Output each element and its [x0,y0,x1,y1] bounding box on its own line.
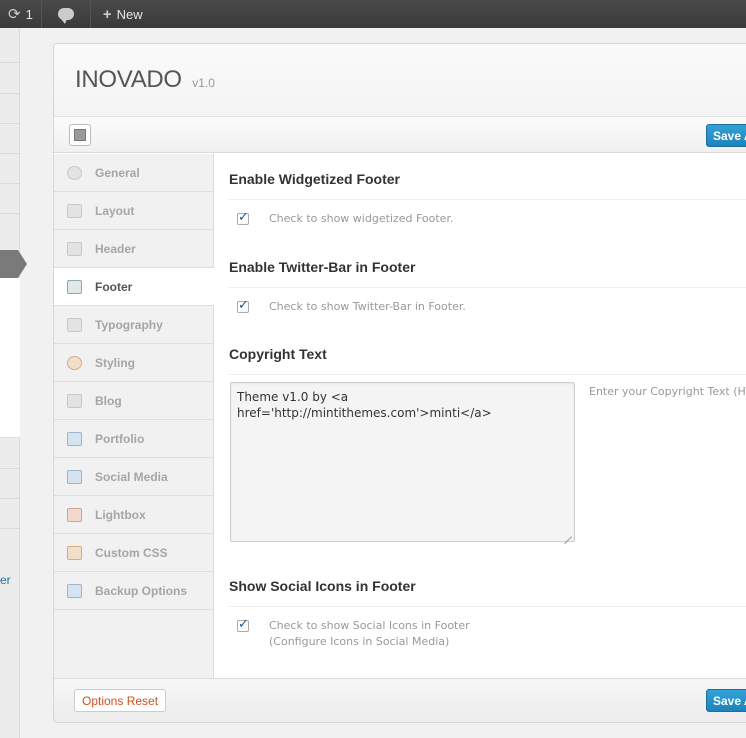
options-reset-button[interactable]: Options Reset [74,689,167,712]
copyright-textarea[interactable]: Theme v1.0 by <a href='http://mintitheme… [230,382,575,542]
comment-icon [57,8,74,24]
nav-item-footer[interactable]: Footer [54,268,214,306]
menu-divider [0,153,20,154]
options-content: Enable Widgetized Footer Check to show w… [215,154,746,678]
twitter-bar-checkbox[interactable] [237,298,249,314]
option-description: Check to show Social Icons in Footer [269,619,470,632]
nav-label: Portfolio [95,431,145,446]
theme-version: v1.0 [192,76,215,90]
palette-icon [67,355,82,370]
copyright-hint: Enter your Copyright Text (HT [589,385,746,398]
nav-label: Custom CSS [95,545,168,560]
nav-item-styling[interactable]: Styling [54,344,213,382]
option-description-note: (Configure Icons in Social Media) [269,635,450,648]
new-label: New [116,6,143,22]
menu-divider [0,213,20,214]
gear-icon [67,165,82,180]
nav-label: Blog [95,393,122,408]
nav-label: Social Media [95,469,168,484]
nav-label: Footer [95,279,133,294]
menu-divider [0,498,20,499]
section-copyright: Copyright Text [215,346,746,375]
active-menu-arrow [18,250,27,278]
nav-item-custom-css[interactable]: Custom CSS [54,534,213,572]
section-title: Copyright Text [229,346,327,362]
refresh-icon: ⟳ [8,6,21,23]
nav-item-typography[interactable]: Typography [54,306,213,344]
option-description: Check to show Twitter-Bar in Footer. [269,300,466,313]
social-icons-checkbox[interactable] [237,617,249,633]
divider [229,606,746,607]
nav-label: Header [95,241,136,256]
menu-divider [0,183,20,184]
menu-divider [0,123,20,124]
pencil-icon [67,393,82,408]
nav-item-general[interactable]: General [54,154,213,192]
nav-label: Styling [95,355,136,370]
option-row: Check to show widgetized Footer. [215,210,746,227]
resize-handle-icon[interactable] [562,527,572,537]
option-row: Check to show Twitter-Bar in Footer. [215,298,746,315]
backup-icon [67,583,82,598]
twitter-icon [67,469,82,484]
nav-label: Lightbox [95,507,146,522]
nav-label: General [95,165,140,180]
section-social-icons: Show Social Icons in Footer Check to sho… [215,578,746,650]
nav-item-header[interactable]: Header [54,230,213,268]
menu-divider [0,62,20,63]
expand-icon [74,129,86,141]
submenu [0,278,20,438]
typography-icon [67,317,82,332]
nav-item-social-media[interactable]: Social Media [54,458,213,496]
section-title: Enable Widgetized Footer [229,171,400,187]
option-row: Check to show Social Icons in Footer (Co… [215,617,746,650]
comments-menu[interactable] [42,0,91,28]
admin-bar: ⟳ 1 + New [0,0,746,28]
menu-divider [0,468,20,469]
nav-label: Backup Options [95,583,188,598]
menu-divider [0,93,20,94]
plus-icon: + [102,5,112,23]
panel-header: INOVADO v1.0 [54,44,746,117]
nav-label: Typography [95,317,163,332]
section-twitter-bar: Enable Twitter-Bar in Footer Check to sh… [215,259,746,315]
divider [229,199,746,200]
section-widgetized-footer: Enable Widgetized Footer Check to show w… [215,171,746,227]
widgetized-footer-checkbox[interactable] [237,210,249,226]
menu-item-appearance[interactable] [0,250,18,278]
nav-item-lightbox[interactable]: Lightbox [54,496,213,534]
theme-options-panel: INOVADO v1.0 Save Al General Layout Head… [53,43,746,723]
portfolio-icon [67,431,82,446]
header-icon [67,241,82,256]
new-content-menu[interactable]: + New [91,0,151,28]
save-all-button[interactable]: Save Al [706,124,746,147]
divider [229,374,746,375]
theme-name: INOVADO [75,66,182,93]
nav-item-blog[interactable]: Blog [54,382,213,420]
updates-count: 1 [25,6,33,22]
nav-item-layout[interactable]: Layout [54,192,213,230]
bottom-toolbar: Options Reset Save Al [54,678,746,722]
options-nav: General Layout Header Footer Typography … [54,154,214,678]
footer-icon [67,279,82,294]
nav-label: Layout [95,203,135,218]
css-icon [67,545,82,560]
menu-link[interactable]: er [0,573,11,587]
option-description: Check to show widgetized Footer. [269,212,454,225]
nav-item-backup-options[interactable]: Backup Options [54,572,213,610]
save-all-button-bottom[interactable]: Save Al [706,689,746,712]
top-toolbar: Save Al [54,117,746,153]
layout-icon [67,203,82,218]
updates-menu[interactable]: ⟳ 1 [0,0,42,28]
divider [229,287,746,288]
lightbox-icon [67,507,82,522]
menu-divider [0,528,20,529]
section-title: Enable Twitter-Bar in Footer [229,259,416,275]
nav-item-portfolio[interactable]: Portfolio [54,420,213,458]
expand-toggle-button[interactable] [69,124,91,146]
panel-body: General Layout Header Footer Typography … [54,154,746,678]
section-title: Show Social Icons in Footer [229,578,416,594]
wp-admin-menu: er [0,28,27,738]
